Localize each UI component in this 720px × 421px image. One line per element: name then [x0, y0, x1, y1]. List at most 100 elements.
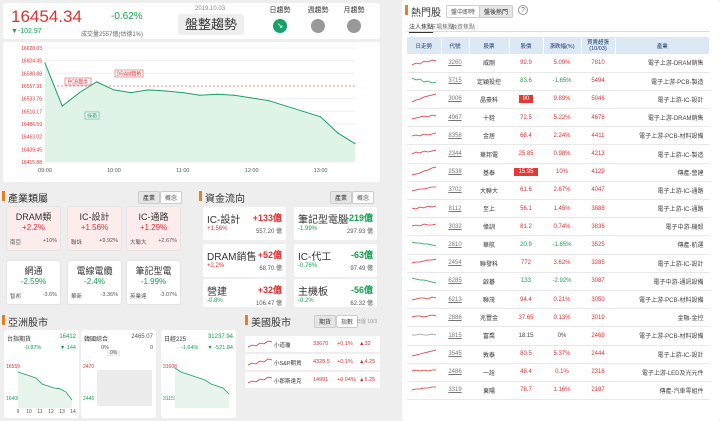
help-icon[interactable]: ? [518, 5, 528, 15]
table-row[interactable]: 2610 華航 20.9 -1.65% 3525 傳產-航運 [407, 235, 710, 255]
table-row[interactable]: 8358 金居 68.4 2.24% 4411 電子上游-PCB-材料設備 [407, 126, 710, 146]
stock-name[interactable]: 基泰 [469, 163, 509, 182]
stock-industry: 電子上游-IC-通路 [615, 181, 710, 201]
hot-table: 日走勢 代號 股票 股價 漲跌幅(%) 買賣超張 (10/03) 產業 3260… [407, 37, 710, 401]
stock-code[interactable]: 2486 [441, 363, 469, 382]
fund-card[interactable]: 筆記型電腦 -219億 -1.99% 297.93 億 [293, 206, 378, 241]
table-row[interactable]: 2538 基泰 15.95 10% 4129 傳產-營建 [407, 163, 710, 182]
stock-code[interactable]: 3260 [441, 54, 469, 73]
table-row[interactable]: 2886 兆豐金 37.65 0.13% 3019 金融-金控 [407, 308, 710, 328]
hot-subtab-margin[interactable]: 融資焦點 [451, 22, 475, 31]
us-row[interactable]: 小道瓊 33670 +0.1% ▲32 [245, 336, 380, 353]
table-row[interactable]: 8112 至上 56.1 1.45% 3888 電子上游-IC-通路 [407, 199, 710, 219]
price-point [251, 97, 253, 99]
stock-code[interactable]: 2886 [441, 308, 469, 328]
hot-tab-afterhours[interactable]: 盤後熱門 [479, 5, 514, 18]
stock-name[interactable]: 大聯大 [469, 181, 509, 201]
table-row[interactable]: 3715 定穎投控 83.6 -1.65% 5494 電子上游-PCB-製造 [407, 72, 710, 91]
industry-card[interactable]: 電線電纜 -2.4% 華新 -3.36% [67, 260, 122, 305]
stock-name[interactable]: 晶豪科 [469, 90, 509, 110]
stock-code[interactable]: 3715 [441, 72, 469, 91]
fund-tab-concept[interactable]: 概念 [352, 191, 375, 204]
trend-cell [407, 363, 441, 382]
industry-card[interactable]: 網通 -2.59% 智邦 -3.6% [6, 260, 61, 305]
stock-code[interactable]: 6285 [441, 272, 469, 291]
table-row[interactable]: 3260 威剛 92.9 5.09% 7810 電子上游-DRAM銷售 [407, 54, 710, 73]
fund-tab-industry[interactable]: 產業 [330, 191, 353, 204]
industry-card[interactable]: IC-設計 +1.56% 聯詠 +9.92% [67, 206, 122, 251]
stock-code[interactable]: 3702 [441, 181, 469, 201]
stock-code[interactable]: 6213 [441, 290, 469, 310]
table-row[interactable]: 3006 晶豪科 90 9.89% 5046 電子上游-IC-設計 [407, 90, 710, 110]
asia-chart-card[interactable]: 台指期貨 16412 -0.87% ▼ 144 16559 16408 9 10 11 12 13 1… [4, 330, 79, 418]
trend-tab-month[interactable]: 月趨勢 [342, 5, 366, 33]
us-tab-index[interactable]: 指數 [336, 315, 359, 328]
table-row[interactable]: 2344 華邦電 25.85 0.98% 4213 電子上游-IC-製造 [407, 144, 710, 164]
stock-name[interactable]: 聯茂 [469, 290, 509, 310]
stock-name[interactable]: 偉訓 [469, 217, 509, 237]
stock-name[interactable]: 敦泰 [469, 345, 509, 364]
stock-code[interactable]: 2454 [441, 254, 469, 273]
stock-name[interactable]: 金居 [469, 126, 509, 146]
table-row[interactable]: 3702 大聯大 61.6 2.67% 4047 電子上游-IC-通路 [407, 181, 710, 201]
stock-name[interactable]: 定穎投控 [469, 72, 509, 91]
industry-tab-industry[interactable]: 產業 [138, 191, 161, 204]
table-row[interactable]: 3545 敦泰 80.5 5.37% 2444 電子上游-IC-設計 [407, 345, 710, 364]
fund-card[interactable]: DRAM銷售 +52億 +2.2% 68.70 億 [202, 243, 287, 278]
main-chart: 16628.03 16604.45 16580.88 16557.31 16533.76… [21, 46, 356, 174]
stock-code[interactable]: 2610 [441, 235, 469, 255]
table-row[interactable]: 6213 聯茂 94.4 0.21% 3050 電子上游-PCB-材料設備 [407, 290, 710, 310]
table-row[interactable]: 3319 東陽 78.7 1.16% 2197 傳產-汽車零組件 [407, 381, 710, 401]
stock-code[interactable]: 3032 [441, 217, 469, 237]
row-sparkline [411, 59, 437, 66]
us-row[interactable]: 小S&P期貨 4328.5 +0.1% ▲4.25 [245, 354, 380, 371]
stock-name[interactable]: 聯發科 [469, 254, 509, 273]
stock-code[interactable]: 2344 [441, 144, 469, 164]
table-row[interactable]: 6285 啟碁 133 -2.92% 3087 電子中游-通訊設備 [407, 272, 710, 291]
limit-up-badge: 15.95 [514, 168, 538, 177]
asia-chart-card[interactable]: 韓國綜合 2465.07 0% 0 2470 2446 0% [81, 330, 156, 418]
table-row[interactable]: 2486 一詮 48.4 0.1% 2316 電子上游-LED及光元件 [407, 363, 710, 382]
table-row[interactable]: 1815 富喬 18.15 0% 2469 電子上游-PCB-材料設備 [407, 326, 710, 346]
stock-code[interactable]: 2538 [441, 163, 469, 182]
trend-tab-day[interactable]: 日趨勢 ↘ [268, 5, 292, 33]
stock-name[interactable]: 富喬 [469, 326, 509, 346]
asia-chart-card[interactable]: 日經225 31237.94 -1.64% ▼ -521.84 31608 31157 [161, 330, 236, 418]
industry-card[interactable]: DRAM類 +2.2% 南亞 +10% [6, 206, 61, 251]
fund-card[interactable]: IC-設計 +133億 +1.56% 557.20 億 [202, 206, 287, 241]
fund-card[interactable]: 營建 +32億 -0.8% 106.47 億 [202, 278, 287, 308]
table-row[interactable]: 2454 聯發科 772 3.62% 3285 電子上游-IC-設計 [407, 254, 710, 273]
stock-code[interactable]: 3006 [441, 90, 469, 110]
stock-name[interactable]: 啟碁 [469, 272, 509, 291]
asia-index-name: 日經225 [164, 337, 187, 343]
stock-name[interactable]: 一詮 [469, 363, 509, 382]
stock-name[interactable]: 華航 [469, 235, 509, 255]
stock-name[interactable]: 兆豐金 [469, 308, 509, 328]
stock-code[interactable]: 3545 [441, 345, 469, 364]
row-sparkline [411, 166, 437, 176]
fund-card[interactable]: IC-代工 -63億 -0.76% 97.49 億 [293, 243, 378, 278]
stock-name[interactable]: 威剛 [469, 54, 509, 73]
table-row[interactable]: 3032 偉訓 81.2 0.74% 3836 電子中游-機殼 [407, 217, 710, 237]
stock-code[interactable]: 8358 [441, 126, 469, 146]
fund-card[interactable]: 主機板 -56億 -0.2% 62.32 億 [293, 278, 378, 308]
stock-name[interactable]: 東陽 [469, 381, 509, 401]
index-change: ▼-102.97 [11, 28, 42, 35]
trend-tab-week[interactable]: 週趨勢 [306, 5, 330, 33]
industry-card[interactable]: 筆記型電 -1.99% 英業達 -3.07% [126, 260, 181, 305]
hot-tab-live[interactable]: 盤中即時 [446, 5, 481, 18]
stock-name[interactable]: 至上 [469, 199, 509, 219]
stock-code[interactable]: 8112 [441, 199, 469, 219]
trend-cell [407, 181, 441, 201]
us-tab-futures[interactable]: 期貨 [314, 315, 337, 328]
industry-card[interactable]: IC-通路 +1.29% 大聯大 +2.67% [126, 206, 181, 251]
stock-name[interactable]: 十銓 [469, 108, 509, 128]
us-row[interactable]: 小那斯達克 14991 +0.04% ▲6.25 [245, 372, 380, 389]
stock-code[interactable]: 1815 [441, 326, 469, 346]
table-row[interactable]: 4967 十銓 72.5 5.22% 4678 電子上游-DRAM銷售 [407, 108, 710, 128]
row-spark-line [411, 387, 436, 391]
stock-name[interactable]: 華邦電 [469, 144, 509, 164]
industry-tab-concept[interactable]: 概念 [160, 191, 183, 204]
stock-code[interactable]: 4967 [441, 108, 469, 128]
stock-code[interactable]: 3319 [441, 381, 469, 401]
